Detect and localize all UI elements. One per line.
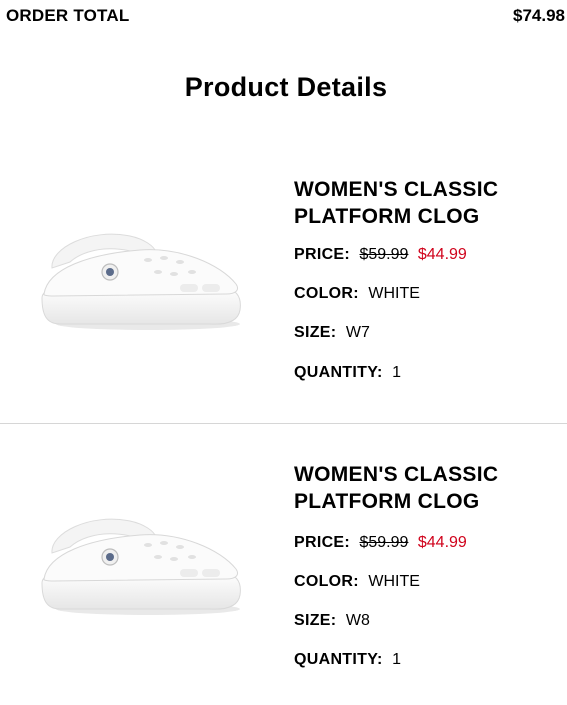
size-row: SIZE: W8 <box>294 612 370 630</box>
product-divider <box>0 423 567 424</box>
color-row: COLOR: WHITE <box>294 573 420 591</box>
size-label: SIZE: <box>294 324 337 341</box>
price-label: PRICE: <box>294 534 351 551</box>
product-item: WOMEN'S CLASSIC PLATFORM CLOG PRICE: $59… <box>0 170 567 420</box>
order-total-bar: ORDER TOTAL $74.98 <box>0 0 567 30</box>
color-value: WHITE <box>368 285 420 302</box>
color-label: COLOR: <box>294 573 359 590</box>
color-value: WHITE <box>368 573 420 590</box>
price-label: PRICE: <box>294 246 351 263</box>
size-label: SIZE: <box>294 612 337 629</box>
quantity-value: 1 <box>392 364 401 381</box>
price-row: PRICE: $59.99 $44.99 <box>294 246 467 264</box>
quantity-value: 1 <box>392 651 401 668</box>
quantity-label: QUANTITY: <box>294 364 383 381</box>
original-price: $59.99 <box>359 534 409 551</box>
price-row: PRICE: $59.99 $44.99 <box>294 534 467 552</box>
quantity-row: QUANTITY: 1 <box>294 651 401 669</box>
product-name[interactable]: WOMEN'S CLASSIC PLATFORM CLOG <box>294 461 554 515</box>
order-total-label: ORDER TOTAL <box>6 6 130 25</box>
color-row: COLOR: WHITE <box>294 285 420 303</box>
product-image-clog-icon[interactable] <box>30 228 250 338</box>
sale-price: $44.99 <box>417 534 467 551</box>
sale-price: $44.99 <box>417 246 467 263</box>
size-value: W8 <box>345 612 370 629</box>
product-image-clog-icon[interactable] <box>30 513 250 623</box>
product-item: WOMEN'S CLASSIC PLATFORM CLOG PRICE: $59… <box>0 455 567 705</box>
color-label: COLOR: <box>294 285 359 302</box>
original-price: $59.99 <box>359 246 409 263</box>
product-name[interactable]: WOMEN'S CLASSIC PLATFORM CLOG <box>294 176 554 230</box>
quantity-row: QUANTITY: 1 <box>294 364 401 382</box>
size-row: SIZE: W7 <box>294 324 370 342</box>
size-value: W7 <box>345 324 370 341</box>
section-title: Product Details <box>184 72 388 102</box>
order-total-value: $74.98 <box>513 6 565 25</box>
quantity-label: QUANTITY: <box>294 651 383 668</box>
